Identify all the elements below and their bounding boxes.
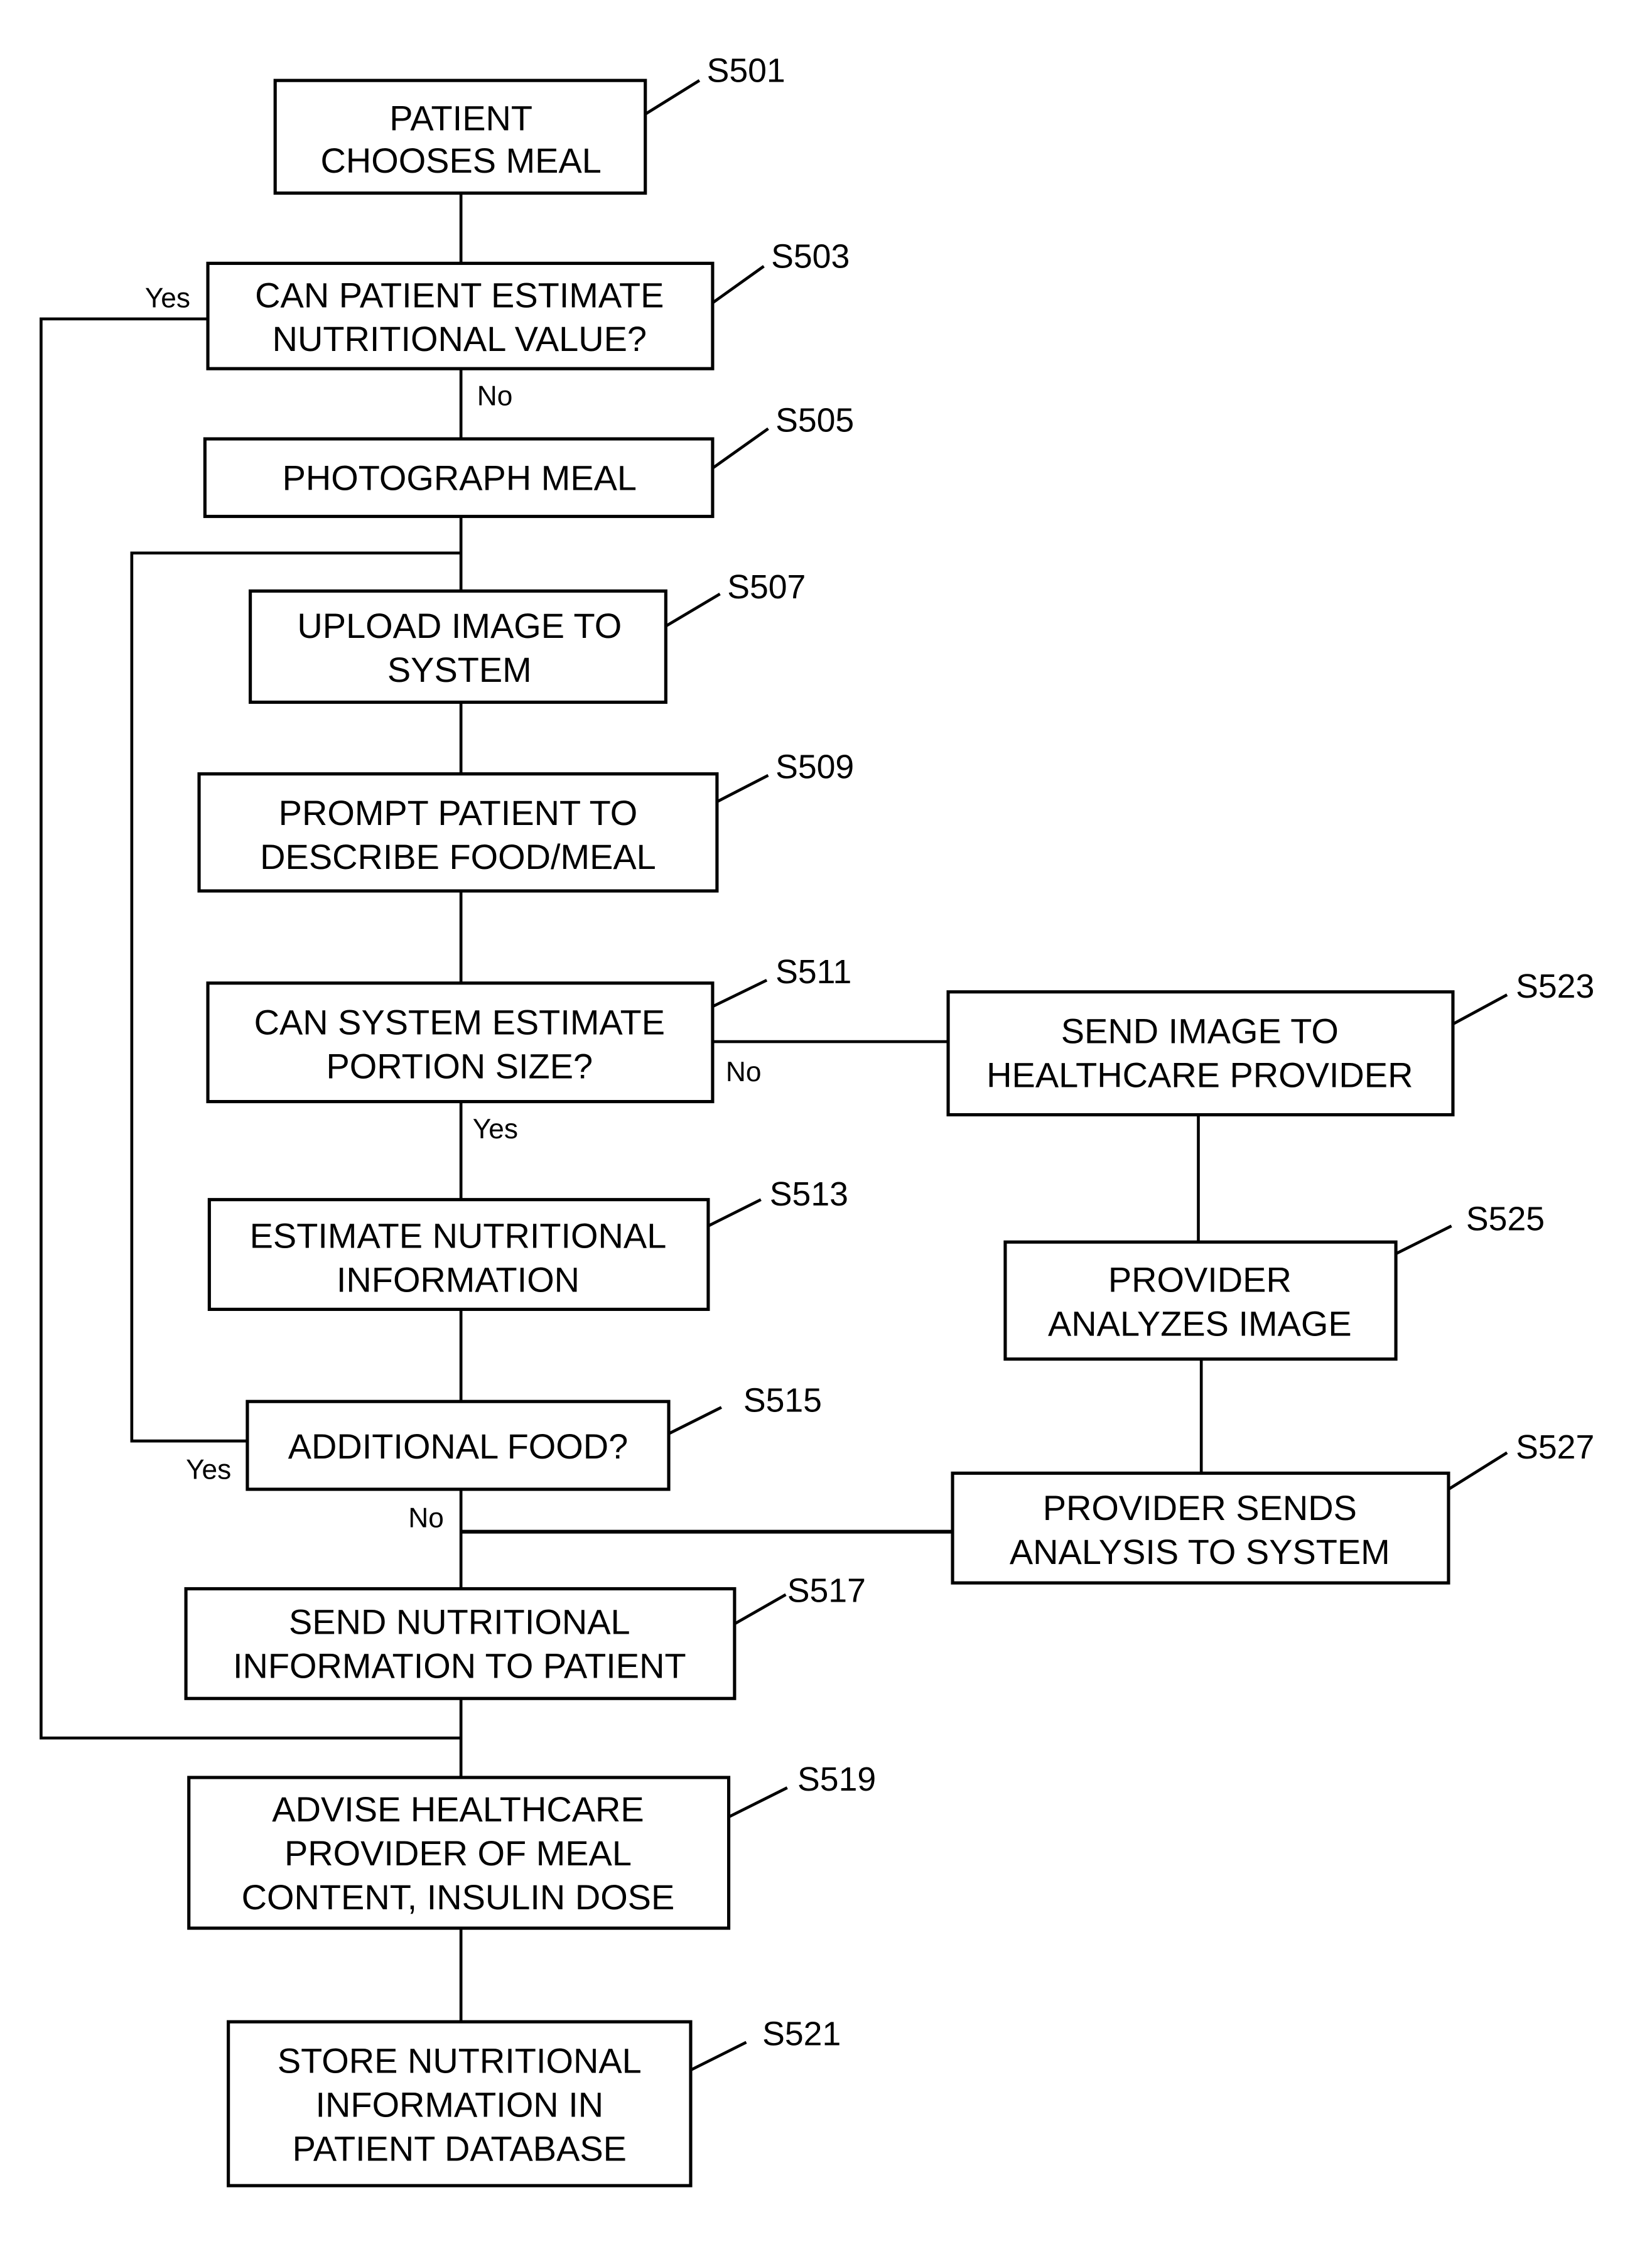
- step-text-line: ANALYZES IMAGE: [1048, 1303, 1352, 1343]
- branch-label-yes: Yes: [186, 1455, 231, 1485]
- step-text-line: PROVIDER: [1108, 1259, 1292, 1299]
- leader-s501: [644, 79, 701, 116]
- step-number: S513: [770, 1175, 848, 1213]
- branch-label-yes: Yes: [473, 1114, 518, 1145]
- branch-label-no: No: [726, 1057, 762, 1087]
- leader-s515: [667, 1406, 722, 1435]
- step-text-line: PORTION SIZE?: [327, 1046, 593, 1086]
- step-number: S501: [707, 51, 786, 89]
- step-s523: SEND IMAGE TO HEALTHCARE PROVIDER S523: [946, 968, 1594, 1117]
- step-text-line: ANALYSIS TO SYSTEM: [1010, 1532, 1390, 1572]
- step-text-line: CAN PATIENT ESTIMATE: [255, 275, 664, 315]
- step-text-line: PHOTOGRAPH MEAL: [283, 458, 637, 498]
- leader-s517: [733, 1593, 787, 1626]
- leader-s521: [689, 2041, 747, 2072]
- step-s521: STORE NUTRITIONAL INFORMATION IN PATIENT…: [227, 2015, 841, 2187]
- step-text-line: PROMPT PATIENT TO: [279, 793, 638, 833]
- step-s501: PATIENT CHOOSES MEAL S501: [273, 51, 786, 195]
- step-text-line: UPLOAD IMAGE TO: [297, 606, 622, 645]
- step-s509: PROMPT PATIENT TO DESCRIBE FOOD/MEAL S50…: [197, 748, 854, 893]
- step-number: S507: [727, 568, 806, 606]
- step-text-line: PROVIDER SENDS: [1043, 1488, 1357, 1528]
- step-s517: SEND NUTRITIONAL INFORMATION TO PATIENT …: [184, 1572, 866, 1700]
- step-text-line: INFORMATION TO PATIENT: [233, 1646, 686, 1686]
- leader-s513: [707, 1198, 762, 1227]
- step-s513: ESTIMATE NUTRITIONAL INFORMATION S513: [207, 1175, 848, 1311]
- step-text-line: ADVISE HEALTHCARE: [272, 1789, 644, 1829]
- step-s503-decision: CAN PATIENT ESTIMATE NUTRITIONAL VALUE? …: [145, 237, 850, 411]
- step-number: S519: [797, 1760, 876, 1798]
- step-text-line: INFORMATION: [337, 1259, 580, 1299]
- leader-s503: [711, 265, 765, 305]
- leader-s511: [711, 979, 768, 1008]
- step-text-line: CAN SYSTEM ESTIMATE: [254, 1002, 665, 1042]
- step-text-line: SEND NUTRITIONAL: [289, 1602, 630, 1642]
- step-text-line: NUTRITIONAL VALUE?: [273, 319, 647, 359]
- leader-s523: [1452, 993, 1508, 1026]
- step-text-line: PATIENT: [389, 98, 532, 137]
- step-text-line: SEND IMAGE TO: [1061, 1011, 1339, 1050]
- branch-label-no: No: [408, 1503, 444, 1534]
- step-s505: PHOTOGRAPH MEAL S505: [203, 401, 854, 519]
- step-number: S521: [762, 2015, 841, 2052]
- step-number: S517: [787, 1572, 866, 1609]
- step-text-line: ESTIMATE NUTRITIONAL: [250, 1216, 667, 1256]
- leader-s509: [716, 774, 769, 803]
- step-text-line: ADDITIONAL FOOD?: [288, 1426, 629, 1466]
- branch-label-yes: Yes: [145, 283, 190, 313]
- step-text-line: PATIENT DATABASE: [293, 2129, 627, 2169]
- step-number: S523: [1516, 968, 1594, 1005]
- step-text-line: PROVIDER OF MEAL: [284, 1833, 632, 1873]
- flowchart-svg: PATIENT CHOOSES MEAL S501 CAN PATIENT ES…: [40, 51, 1594, 2187]
- step-text-line: DESCRIBE FOOD/MEAL: [260, 837, 656, 876]
- leader-s507: [665, 593, 721, 628]
- step-text-line: INFORMATION IN: [316, 2085, 604, 2125]
- step-s519: ADVISE HEALTHCARE PROVIDER OF MEAL CONTE…: [187, 1760, 876, 1930]
- step-number: S527: [1516, 1428, 1594, 1466]
- step-s527: PROVIDER SENDS ANALYSIS TO SYSTEM S527: [951, 1428, 1594, 1585]
- leader-s505: [711, 427, 769, 470]
- step-text-line: HEALTHCARE PROVIDER: [986, 1055, 1413, 1094]
- leader-s525: [1395, 1224, 1452, 1255]
- step-text-line: CHOOSES MEAL: [320, 141, 601, 180]
- flowchart-canvas: PATIENT CHOOSES MEAL S501 CAN PATIENT ES…: [0, 0, 1652, 2256]
- step-text-line: CONTENT, INSULIN DOSE: [242, 1877, 675, 1917]
- step-number: S509: [775, 748, 854, 786]
- leader-s527: [1447, 1451, 1508, 1491]
- step-text-line: SYSTEM: [387, 650, 532, 689]
- step-number: S511: [775, 953, 851, 991]
- step-s525: PROVIDER ANALYZES IMAGE S525: [1003, 1200, 1545, 1361]
- step-number: S503: [771, 237, 850, 275]
- branch-label-no: No: [477, 380, 513, 411]
- step-box: [946, 990, 1455, 1117]
- leader-s519: [728, 1786, 788, 1819]
- step-s515-decision: ADDITIONAL FOOD? S515 Yes No: [186, 1382, 822, 1534]
- step-s507: UPLOAD IMAGE TO SYSTEM S507: [249, 568, 806, 704]
- step-number: S505: [775, 401, 854, 439]
- step-number: S525: [1466, 1200, 1545, 1238]
- step-s511-decision: CAN SYSTEM ESTIMATE PORTION SIZE? S511 N…: [206, 953, 851, 1145]
- step-text-line: STORE NUTRITIONAL: [278, 2041, 642, 2081]
- step-number: S515: [743, 1382, 822, 1420]
